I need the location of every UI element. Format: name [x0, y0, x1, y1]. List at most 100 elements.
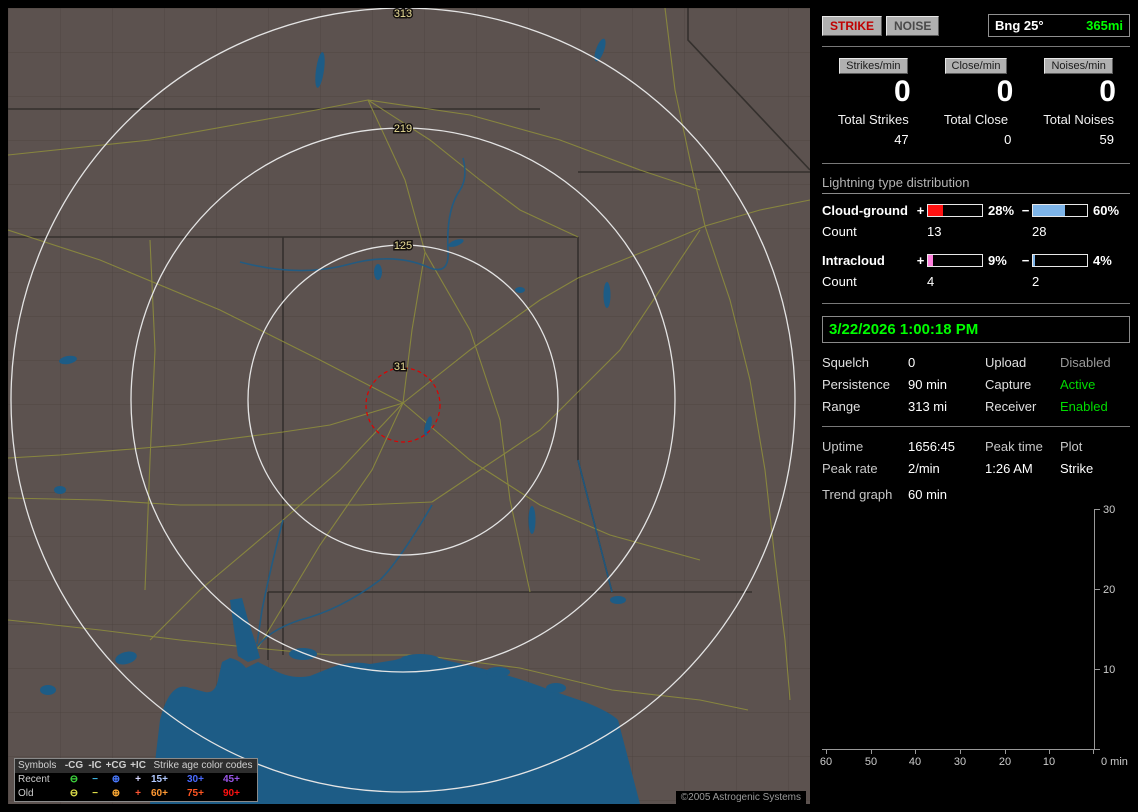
cg-minus-bar	[1032, 204, 1088, 217]
legend-col-pos-cg: +CG	[105, 760, 127, 771]
close-per-min-button[interactable]: Close/min	[944, 58, 1008, 74]
neg-ic-recent-icon: −	[92, 774, 98, 785]
peak-time-label: Peak time	[985, 439, 1043, 454]
age-30: 30+	[187, 774, 204, 785]
y-tick-10: 10	[1103, 664, 1116, 676]
trend-graph: 30 20 10 60 50 40 30 20 10 0 min	[820, 504, 1130, 771]
divider	[822, 426, 1130, 427]
peak-time-value: 1:26 AM	[985, 461, 1033, 476]
map-legend: Symbols -CG -IC +CG +IC Strike age color…	[14, 758, 258, 802]
age-45: 45+	[223, 774, 240, 785]
cloud-ground-label: Cloud-ground	[822, 203, 908, 218]
ring-label-125: 125	[394, 240, 412, 252]
total-noises-label: Total Noises	[1043, 112, 1115, 127]
total-strikes-label: Total Strikes	[837, 112, 909, 127]
ic-plus-count: 4	[927, 274, 935, 289]
total-values: 47 0 59	[822, 127, 1130, 147]
settings-grid: Squelch 0 Upload Disabled Persistence 90…	[822, 355, 1130, 414]
strikes-per-min-value: 0	[893, 75, 911, 108]
age-60: 60+	[151, 788, 168, 799]
cg-minus-count: 28	[1032, 224, 1047, 239]
pos-ic-old-icon: +	[135, 788, 141, 799]
neg-ic-old-icon: −	[92, 788, 98, 799]
x-tick-60: 60	[819, 756, 833, 768]
ring-label-31: 31	[394, 361, 406, 373]
mode-toolbar: STRIKE NOISE Bng 25° 365mi	[822, 14, 1130, 37]
legend-col-neg-cg: -CG	[64, 760, 84, 771]
age-15: 15+	[151, 774, 168, 785]
side-panel: STRIKE NOISE Bng 25° 365mi Strikes/min C…	[820, 8, 1130, 804]
x-tick-30: 30	[953, 756, 967, 768]
ring-label-219: 219	[394, 123, 412, 135]
total-close-label: Total Close	[943, 112, 1009, 127]
legend-col-neg-ic: -IC	[88, 760, 102, 771]
minus-sign: −	[1021, 253, 1030, 268]
cloud-ground-row: Cloud-ground + 28% − 60%	[822, 203, 1130, 218]
uptime-value: 1656:45	[908, 439, 955, 454]
total-labels: Total Strikes Total Close Total Noises	[822, 110, 1130, 127]
cg-minus-pct: 60%	[1093, 203, 1120, 218]
intracloud-row: Intracloud + 9% − 4%	[822, 253, 1130, 268]
ring-label-313: 313	[394, 8, 412, 20]
trend-graph-header: Trend graph 60 min	[822, 487, 1130, 502]
ic-plus-pct: 9%	[988, 253, 1007, 268]
intracloud-count-row: Count 4 2	[822, 274, 1130, 289]
bearing-display: Bng 25° 365mi	[988, 14, 1130, 37]
count-label: Count	[822, 224, 857, 239]
receiver-status: Enabled	[1060, 399, 1108, 414]
map-svg: 313 219 125 31	[8, 8, 810, 804]
cg-plus-count: 13	[927, 224, 942, 239]
squelch-value: 0	[908, 355, 916, 370]
noises-per-min-button[interactable]: Noises/min	[1044, 58, 1113, 74]
x-tick-50: 50	[864, 756, 878, 768]
close-per-min-value: 0	[996, 75, 1014, 108]
strikes-per-min-button[interactable]: Strikes/min	[839, 58, 908, 74]
legend-age-header: Strike age color codes	[153, 760, 253, 771]
legend-recent-label: Recent	[18, 774, 50, 785]
age-75: 75+	[187, 788, 204, 799]
legend-old-label: Old	[18, 788, 34, 799]
y-tick-20: 20	[1103, 584, 1116, 596]
cloud-ground-count-row: Count 13 28	[822, 224, 1130, 239]
total-strikes-value: 47	[894, 132, 909, 147]
pos-cg-recent-icon: ⊕	[111, 774, 121, 785]
plot-label: Plot	[1060, 439, 1083, 454]
range-label: Range	[822, 399, 861, 414]
ic-minus-count: 2	[1032, 274, 1040, 289]
cg-plus-pct: 28%	[988, 203, 1015, 218]
noise-button[interactable]: NOISE	[886, 15, 940, 36]
legend-col-pos-ic: +IC	[130, 760, 146, 771]
persistence-value: 90 min	[908, 377, 948, 392]
peak-rate-value: 2/min	[908, 461, 940, 476]
upload-label: Upload	[985, 355, 1027, 370]
rate-values: 0 0 0	[822, 74, 1130, 110]
trend-plot-area	[822, 509, 1095, 750]
map-area[interactable]: 313 219 125 31 Symbols -CG -IC +CG +IC S…	[8, 8, 810, 804]
total-close-value: 0	[1004, 132, 1012, 147]
neg-cg-recent-icon: ⊖	[69, 774, 79, 785]
stats-grid: Uptime 1656:45 Peak time Plot Peak rate …	[822, 439, 1130, 476]
peak-rate-label: Peak rate	[822, 461, 878, 476]
uptime-label: Uptime	[822, 439, 864, 454]
ic-minus-pct: 4%	[1093, 253, 1112, 268]
neg-cg-old-icon: ⊖	[69, 788, 79, 799]
distribution-title: Lightning type distribution	[822, 175, 1130, 194]
capture-status: Active	[1060, 377, 1096, 392]
intracloud-label: Intracloud	[822, 253, 885, 268]
squelch-label: Squelch	[822, 355, 869, 370]
pos-cg-old-icon: ⊕	[111, 788, 121, 799]
x-tick-10: 10	[1042, 756, 1056, 768]
strike-button[interactable]: STRIKE	[822, 15, 883, 36]
ic-minus-bar	[1032, 254, 1088, 267]
receiver-label: Receiver	[985, 399, 1037, 414]
ic-plus-bar	[927, 254, 983, 267]
legend-symbols-header: Symbols	[18, 760, 57, 771]
datetime-display: 3/22/2026 1:00:18 PM	[822, 316, 1130, 343]
legend-recent-row: Recent ⊖ − ⊕ + 15+ 30+ 45+	[15, 773, 257, 787]
plus-sign: +	[916, 203, 925, 218]
origin-label: 0 min	[1101, 756, 1128, 768]
app-window: 313 219 125 31 Symbols -CG -IC +CG +IC S…	[0, 0, 1138, 812]
capture-label: Capture	[985, 377, 1032, 392]
legend-old-row: Old ⊖ − ⊕ + 60+ 75+ 90+	[15, 787, 257, 801]
persistence-label: Persistence	[822, 377, 890, 392]
